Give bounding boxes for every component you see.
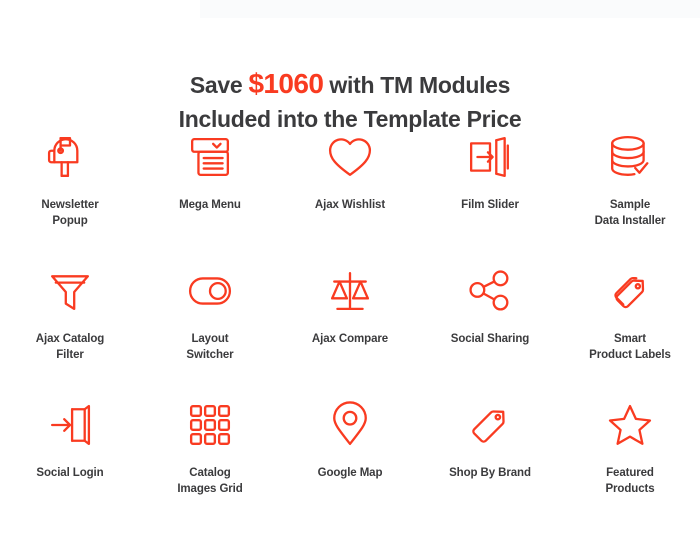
module-card[interactable]: Film Slider bbox=[420, 126, 560, 260]
module-card[interactable]: Shop By Brand bbox=[420, 394, 560, 528]
module-label: Social Login bbox=[36, 467, 104, 479]
module-label: Smart Product Labels bbox=[589, 333, 671, 361]
module-card[interactable]: Ajax Wishlist bbox=[280, 126, 420, 260]
headline-suffix: with TM Modules bbox=[323, 72, 511, 99]
module-card[interactable]: Google Map bbox=[280, 394, 420, 528]
share-nodes-icon bbox=[469, 260, 510, 322]
module-card[interactable]: Layout Switcher bbox=[140, 260, 280, 394]
slide-in-arrow-icon bbox=[468, 126, 512, 188]
module-showcase-page: Save $1060 with TM Modules Included into… bbox=[0, 0, 700, 538]
module-card[interactable]: Mega Menu bbox=[140, 126, 280, 260]
module-card[interactable]: Social Login bbox=[0, 394, 140, 528]
module-label: Featured Products bbox=[605, 467, 655, 495]
funnel-icon bbox=[49, 260, 91, 322]
module-label: Social Sharing bbox=[450, 333, 530, 345]
database-check-icon bbox=[608, 126, 652, 188]
map-pin-icon bbox=[332, 394, 368, 456]
mailbox-icon bbox=[47, 126, 93, 188]
module-card[interactable]: Ajax Catalog Filter bbox=[0, 260, 140, 394]
module-card[interactable]: Ajax Compare bbox=[280, 260, 420, 394]
grid-squares-icon bbox=[189, 394, 231, 456]
heart-icon bbox=[328, 126, 372, 188]
module-label: Catalog Images Grid bbox=[177, 467, 243, 495]
module-label: Ajax Catalog Filter bbox=[35, 333, 105, 361]
module-card[interactable]: Catalog Images Grid bbox=[140, 394, 280, 528]
module-label: Shop By Brand bbox=[449, 467, 531, 479]
module-label: Film Slider bbox=[461, 199, 519, 211]
login-door-icon bbox=[49, 394, 91, 456]
tag-icon bbox=[469, 394, 511, 456]
module-grid: Newsletter Popup Mega Menu Ajax Wishlist Fil… bbox=[0, 126, 700, 528]
module-label: Ajax Compare bbox=[311, 333, 389, 345]
module-card[interactable]: Featured Products bbox=[560, 394, 700, 528]
mega-menu-icon bbox=[189, 126, 231, 188]
module-label: Sample Data Installer bbox=[594, 199, 666, 227]
double-tag-icon bbox=[608, 260, 652, 322]
module-card[interactable]: Social Sharing bbox=[420, 260, 560, 394]
toggle-switch-icon bbox=[188, 260, 232, 322]
module-label: Google Map bbox=[317, 467, 383, 479]
balance-scale-icon bbox=[329, 260, 371, 322]
headline-prefix: Save bbox=[189, 72, 249, 99]
module-label: Ajax Wishlist bbox=[314, 199, 386, 211]
module-card[interactable]: Smart Product Labels bbox=[560, 260, 700, 394]
top-decorative-band bbox=[200, 0, 700, 18]
star-icon bbox=[608, 394, 652, 456]
headline-amount: $1060 bbox=[248, 68, 324, 100]
module-card[interactable]: Sample Data Installer bbox=[560, 126, 700, 260]
module-label: Mega Menu bbox=[179, 199, 241, 211]
module-card[interactable]: Newsletter Popup bbox=[0, 126, 140, 260]
module-label: Newsletter Popup bbox=[41, 199, 99, 227]
module-label: Layout Switcher bbox=[186, 333, 234, 361]
